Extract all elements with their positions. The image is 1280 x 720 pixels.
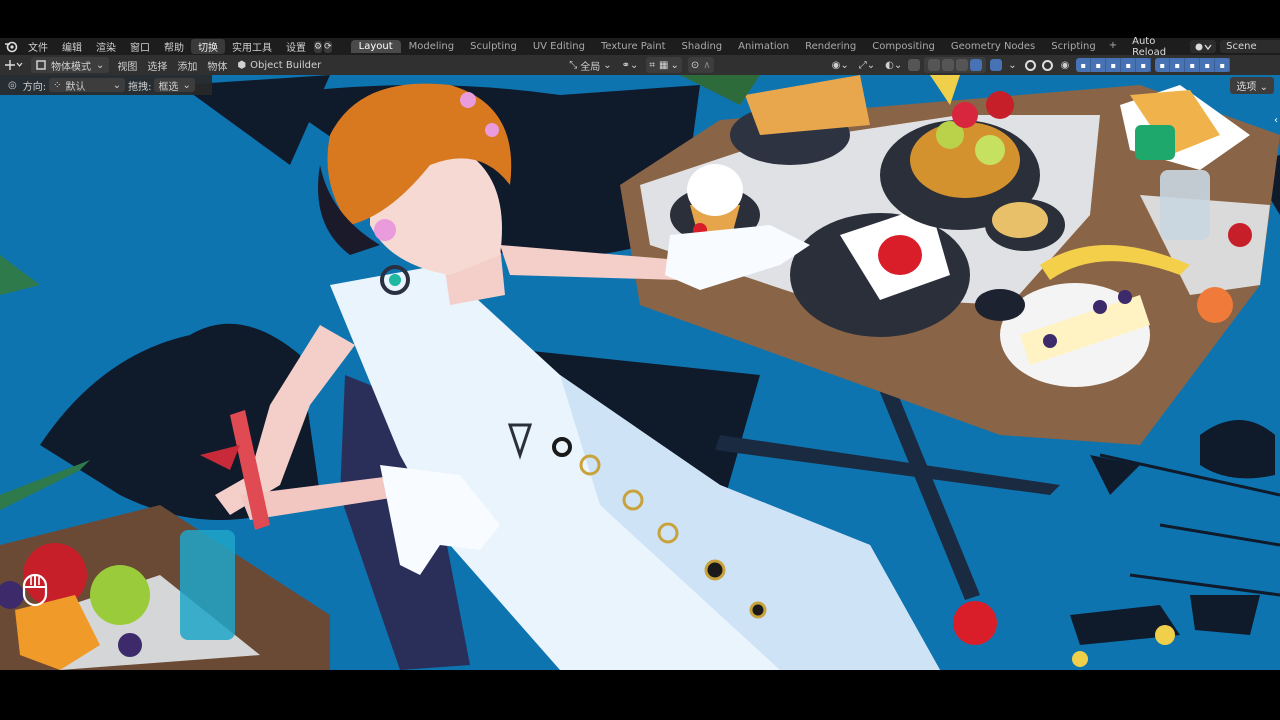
orientation-icon: ⁘ [53, 79, 62, 91]
menu-settings[interactable]: 设置 [279, 39, 313, 54]
tab-compositing[interactable]: Compositing [864, 40, 943, 53]
options-dropdown[interactable]: 选项 ⌄ [1230, 77, 1274, 94]
object-builder-label: Object Builder [250, 59, 322, 71]
top-menu-bar: 文件 编辑 渲染 窗口 帮助 切换 实用工具 设置 ⚙ ⟳ Layout Mod… [0, 36, 1280, 58]
menu-object[interactable]: 物体 [202, 57, 232, 73]
sidebar-toggle-icon[interactable]: ‹ [1274, 115, 1278, 126]
proportional-edit-icon[interactable]: ⊙ [691, 60, 699, 71]
snap-icon[interactable]: ⌗ [649, 60, 655, 71]
viewport-header: 物体模式 ⌄ 视图 选择 添加 物体 ⬢ Object Builder ⤡ 全局… [0, 55, 1280, 75]
wireframe-shading-icon[interactable] [928, 59, 941, 71]
menu-view[interactable]: 视图 [112, 57, 142, 73]
menu-window[interactable]: 窗口 [123, 39, 157, 54]
camera-view-icon[interactable] [990, 59, 1003, 71]
rendered-shading-icon[interactable] [970, 59, 983, 71]
tab-texture-paint[interactable]: Texture Paint [593, 40, 674, 53]
layer-toggles-b[interactable]: ▪ ▪ ▪ ▪ ▪ [1155, 58, 1231, 72]
menu-help[interactable]: 帮助 [157, 39, 191, 54]
sync-icon[interactable]: ⟳ [324, 40, 332, 53]
orientation-icon: ⤡ [569, 59, 578, 71]
chevron-down-icon: ⌄ [1259, 82, 1268, 93]
drag-label: 拖拽: [128, 81, 152, 93]
menu-edit[interactable]: 编辑 [55, 39, 89, 54]
chevron-down-icon: ⌄ [182, 79, 191, 91]
material-shading-icon[interactable] [956, 59, 969, 71]
layer-10-icon[interactable]: ▪ [1215, 58, 1231, 72]
snap-group: ⌗ ▦ ⌄ [646, 57, 682, 73]
add-circle-icon[interactable] [1024, 59, 1036, 71]
mode-dropdown[interactable]: 物体模式 ⌄ [31, 57, 110, 73]
menu-add[interactable]: 添加 [172, 57, 202, 73]
letterbox-top [0, 0, 1280, 38]
chevron-down-icon: ⌄ [603, 59, 612, 71]
record-icon[interactable] [1041, 59, 1053, 71]
gizmo-icon[interactable]: ⤢⌄ [854, 57, 880, 73]
chevron-down-icon: ⌄ [112, 79, 122, 91]
scene-selector-icon[interactable] [1190, 40, 1217, 53]
options-label: 选项 [1236, 82, 1257, 93]
layer-3-icon[interactable]: ▪ [1106, 58, 1122, 72]
blender-logo-icon[interactable] [4, 40, 18, 54]
object-mode-icon [36, 60, 46, 70]
workspace-tabs: Layout Modeling Sculpting UV Editing Tex… [350, 40, 1123, 53]
layer-9-icon[interactable]: ▪ [1200, 58, 1216, 72]
layer-toggles-a[interactable]: ▪ ▪ ▪ ▪ ▪ [1076, 58, 1152, 72]
shading-group [924, 57, 987, 73]
cube-icon: ⬢ [237, 59, 247, 71]
tab-modeling[interactable]: Modeling [401, 40, 463, 53]
tab-shading[interactable]: Shading [674, 40, 731, 53]
menu-render[interactable]: 渲染 [89, 39, 123, 54]
tab-uv-editing[interactable]: UV Editing [525, 40, 593, 53]
chevron-down-icon: ⌄ [670, 59, 679, 71]
tab-scripting[interactable]: Scripting [1043, 40, 1103, 53]
solid-shading-icon[interactable] [942, 59, 955, 71]
tab-rendering[interactable]: Rendering [797, 40, 864, 53]
xray-icon[interactable] [908, 59, 921, 71]
snap-target-icon[interactable]: ▦ [659, 60, 668, 71]
chevron-down-icon: ⌄ [96, 59, 105, 71]
menu-switch[interactable]: 切换 [191, 39, 225, 54]
orientation-dropdown[interactable]: ⁘ 默认 ⌄ [49, 78, 126, 93]
layer-2-icon[interactable]: ▪ [1091, 58, 1107, 72]
mode-label: 物体模式 [51, 61, 91, 73]
eye-icon[interactable]: ◉ [1056, 57, 1075, 73]
tab-sculpting[interactable]: Sculpting [462, 40, 525, 53]
layer-5-icon[interactable]: ▪ [1136, 58, 1152, 72]
chevron-down-icon[interactable]: ⌄ [1003, 57, 1021, 73]
orientation-value: 默认 [65, 81, 86, 93]
visibility-icon[interactable]: ◉⌄ [827, 57, 854, 73]
overlays-icon[interactable]: ◐⌄ [880, 57, 907, 73]
scene-name-field[interactable]: Scene [1220, 40, 1280, 53]
menu-tools[interactable]: 实用工具 [225, 39, 279, 54]
object-builder-button[interactable]: ⬢ Object Builder [232, 57, 326, 73]
tab-geometry-nodes[interactable]: Geometry Nodes [943, 40, 1043, 53]
layer-6-icon[interactable]: ▪ [1155, 58, 1171, 72]
3d-viewport[interactable]: ◎ 方向: ⁘ 默认 ⌄ 拖拽: 框选 ⌄ 选项 ⌄ ‹ [0, 75, 1280, 670]
drag-dropdown[interactable]: 框选 ⌄ [154, 78, 195, 93]
pivot-point-icon[interactable]: ⚭⌄ [617, 57, 644, 73]
orientation-label: 全局 [580, 61, 601, 73]
tab-layout[interactable]: Layout [350, 40, 401, 53]
layer-7-icon[interactable]: ▪ [1170, 58, 1186, 72]
tool-settings-bar: ◎ 方向: ⁘ 默认 ⌄ 拖拽: 框选 ⌄ [0, 75, 212, 95]
orientation-label: 方向: [22, 81, 47, 93]
rendered-scene [0, 75, 1280, 670]
falloff-icon[interactable]: ∧ [703, 60, 710, 71]
mouse-icon [22, 573, 48, 607]
layer-4-icon[interactable]: ▪ [1121, 58, 1137, 72]
letterbox-bottom [0, 670, 1280, 720]
layer-8-icon[interactable]: ▪ [1185, 58, 1201, 72]
gear-icon[interactable]: ⚙ [314, 40, 323, 53]
transform-orientation-dropdown[interactable]: ⤡ 全局 ⌄ [564, 57, 616, 73]
menu-file[interactable]: 文件 [21, 39, 55, 54]
editor-type-icon[interactable] [0, 57, 28, 73]
menu-select[interactable]: 选择 [142, 57, 172, 73]
drag-value: 框选 [158, 81, 179, 93]
tool-icon[interactable]: ◎ [8, 80, 17, 91]
tab-animation[interactable]: Animation [730, 40, 797, 53]
add-workspace-button[interactable]: + [1104, 40, 1122, 53]
proportional-group: ⊙ ∧ [687, 57, 714, 73]
layer-1-icon[interactable]: ▪ [1076, 58, 1092, 72]
